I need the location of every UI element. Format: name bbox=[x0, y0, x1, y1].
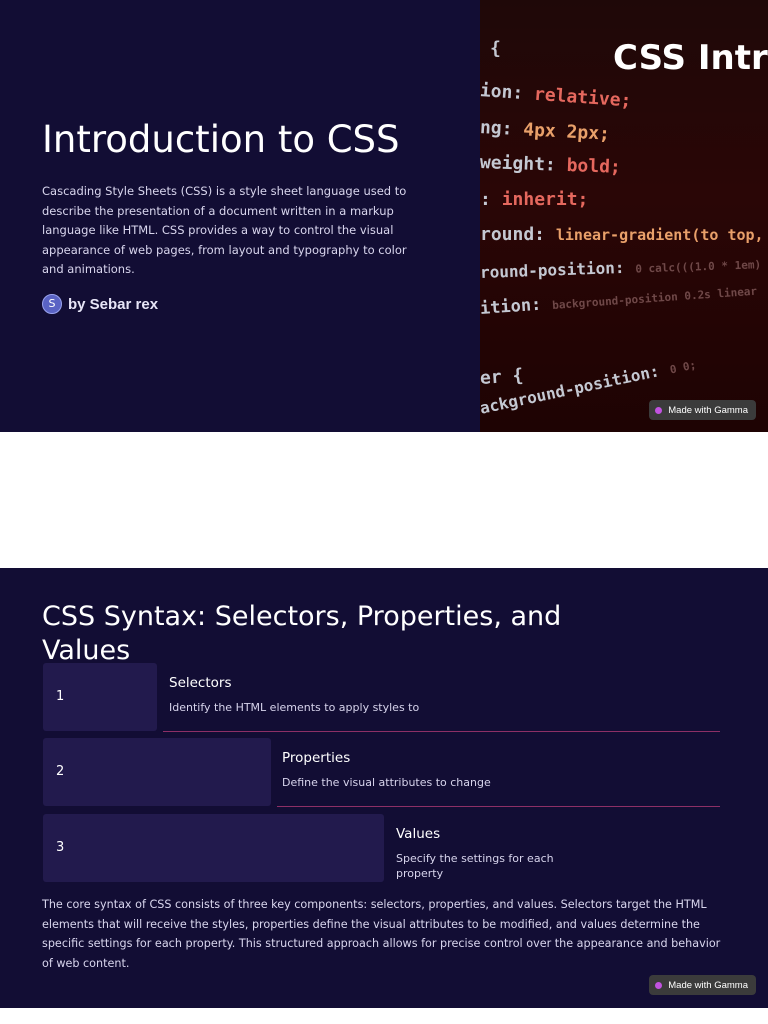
step-divider bbox=[277, 806, 720, 807]
image-title: CSS Intro bbox=[613, 38, 768, 78]
code-line: ition: background-position 0.2s linear bbox=[480, 284, 758, 319]
author-name: by Sebar rex bbox=[68, 295, 159, 313]
avatar: S bbox=[42, 294, 62, 314]
code-line: ion: relative; bbox=[480, 80, 633, 112]
step-description: Identify the HTML elements to apply styl… bbox=[169, 701, 420, 714]
slide-description: Cascading Style Sheets (CSS) is a style … bbox=[42, 184, 407, 276]
author-byline: S by Sebar rex bbox=[42, 294, 158, 314]
step-number-box: 1 bbox=[43, 663, 157, 731]
step-title: Properties bbox=[282, 750, 351, 766]
gamma-logo-icon bbox=[655, 406, 663, 414]
code-line: round: linear-gradient(to top, var(-- bbox=[480, 224, 768, 245]
code-image: { CSS Intro ion: relative; ng: 4px 2px; … bbox=[480, 0, 768, 432]
step-number-box: 2 bbox=[43, 738, 271, 806]
slide-title: Introduction to CSS bbox=[42, 118, 400, 161]
step-title: Selectors bbox=[169, 675, 232, 691]
slide-description: The core syntax of CSS consists of three… bbox=[42, 898, 721, 970]
step-description: Specify the settings for each property bbox=[396, 852, 554, 880]
code-line: weight: bold; bbox=[480, 152, 622, 178]
made-with-gamma-badge[interactable]: Made with Gamma bbox=[649, 975, 756, 995]
code-line: ng: 4px 2px; bbox=[480, 117, 611, 145]
code-line: round-position: 0 calc(((1.0 * 1em) / 3 bbox=[480, 257, 768, 282]
step-description: Define the visual attributes to change bbox=[282, 776, 491, 789]
step-title: Values bbox=[396, 826, 441, 842]
step-divider bbox=[163, 731, 720, 732]
made-with-gamma-badge[interactable]: Made with Gamma bbox=[649, 400, 756, 420]
gamma-logo-icon bbox=[655, 981, 663, 989]
step-number-box: 3 bbox=[43, 814, 384, 882]
code-line: { bbox=[490, 38, 501, 59]
code-line: : inherit; bbox=[480, 189, 589, 210]
slide-title: CSS Syntax: Selectors, Properties, and V… bbox=[42, 601, 562, 666]
code-line: er { bbox=[480, 365, 524, 389]
title-slide: Introduction to CSS Cascading Style Shee… bbox=[0, 0, 768, 432]
